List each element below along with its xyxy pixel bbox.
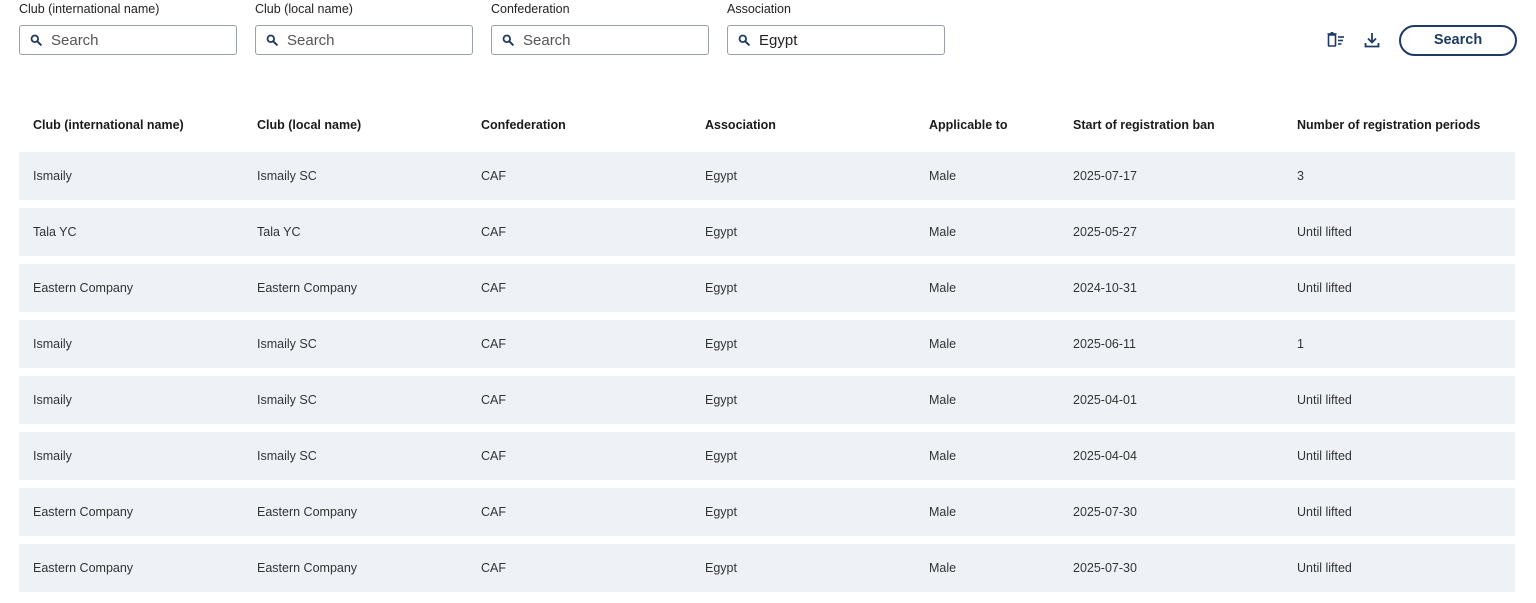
club-local-input[interactable] — [287, 31, 457, 49]
table-cell: CAF — [467, 264, 691, 312]
table-row[interactable]: Eastern Company Eastern Company CAF Egyp… — [19, 488, 1515, 536]
table-cell: Egypt — [691, 376, 915, 424]
table-row[interactable]: Tala YC Tala YC CAF Egypt Male 2025-05-2… — [19, 208, 1515, 256]
table-row[interactable]: Ismaily Ismaily SC CAF Egypt Male 2025-0… — [19, 432, 1515, 480]
table-cell: CAF — [467, 152, 691, 200]
table-cell: Until lifted — [1283, 488, 1515, 536]
table-cell: Ismaily — [19, 152, 243, 200]
table-cell: Male — [915, 208, 1059, 256]
confederation-input[interactable] — [523, 31, 693, 49]
table-cell: Male — [915, 376, 1059, 424]
filter-label: Association — [727, 2, 791, 16]
column-header[interactable]: Association — [691, 106, 915, 144]
column-header[interactable]: Applicable to — [915, 106, 1059, 144]
table-cell: CAF — [467, 208, 691, 256]
filter-confederation: Confederation — [491, 0, 711, 55]
table-cell: Ismaily SC — [243, 320, 467, 368]
search-icon — [501, 33, 515, 47]
search-button[interactable]: Search — [1399, 24, 1517, 56]
table-cell: 2024-10-31 — [1059, 264, 1283, 312]
table-cell: Male — [915, 152, 1059, 200]
table-cell: Male — [915, 544, 1059, 592]
search-field-club-international[interactable] — [19, 25, 237, 55]
filter-club-international: Club (international name) — [19, 0, 239, 55]
table-row[interactable]: Eastern Company Eastern Company CAF Egyp… — [19, 544, 1515, 592]
column-header[interactable]: Club (local name) — [243, 106, 467, 144]
table-cell: Egypt — [691, 208, 915, 256]
table-cell: Ismaily — [19, 432, 243, 480]
table-cell: Until lifted — [1283, 208, 1515, 256]
table-cell: Tala YC — [19, 208, 243, 256]
results-table: Club (international name) Club (local na… — [19, 98, 1515, 600]
table-cell: CAF — [467, 376, 691, 424]
search-field-confederation[interactable] — [491, 25, 709, 55]
table-header-row: Club (international name) Club (local na… — [19, 106, 1515, 144]
table-cell: Male — [915, 432, 1059, 480]
table-cell: 2025-04-04 — [1059, 432, 1283, 480]
table-cell: Eastern Company — [19, 264, 243, 312]
filter-label: Confederation — [491, 2, 570, 16]
table-cell: Male — [915, 264, 1059, 312]
table-cell: Until lifted — [1283, 264, 1515, 312]
table-cell: Male — [915, 488, 1059, 536]
table-cell: Until lifted — [1283, 432, 1515, 480]
table-cell: Eastern Company — [243, 488, 467, 536]
table-cell: 2025-07-17 — [1059, 152, 1283, 200]
table-cell: 3 — [1283, 152, 1515, 200]
search-field-club-local[interactable] — [255, 25, 473, 55]
column-header[interactable]: Club (international name) — [19, 106, 243, 144]
table-cell: Eastern Company — [19, 544, 243, 592]
table-row[interactable]: Ismaily Ismaily SC CAF Egypt Male 2025-0… — [19, 320, 1515, 368]
table-cell: 2025-04-01 — [1059, 376, 1283, 424]
association-input[interactable] — [759, 31, 929, 49]
column-header[interactable]: Confederation — [467, 106, 691, 144]
table-cell: CAF — [467, 544, 691, 592]
table-cell: Until lifted — [1283, 376, 1515, 424]
filter-association: Association — [727, 0, 947, 55]
table-cell: Egypt — [691, 264, 915, 312]
filter-club-local: Club (local name) — [255, 0, 475, 55]
table-cell: Ismaily — [19, 376, 243, 424]
search-icon — [29, 33, 43, 47]
table-cell: 2025-07-30 — [1059, 488, 1283, 536]
table-cell: Ismaily SC — [243, 152, 467, 200]
club-international-input[interactable] — [51, 31, 221, 49]
table-cell: CAF — [467, 320, 691, 368]
table-cell: Eastern Company — [19, 488, 243, 536]
search-icon — [737, 33, 751, 47]
table-cell: Egypt — [691, 488, 915, 536]
table-cell: 1 — [1283, 320, 1515, 368]
download-icon[interactable] — [1361, 29, 1383, 51]
table-cell: Egypt — [691, 152, 915, 200]
table-cell: Egypt — [691, 320, 915, 368]
filter-label: Club (international name) — [19, 2, 160, 16]
table-row[interactable]: Ismaily Ismaily SC CAF Egypt Male 2025-0… — [19, 152, 1515, 200]
table-cell: 2025-06-11 — [1059, 320, 1283, 368]
table-cell: 2025-07-30 — [1059, 544, 1283, 592]
search-field-association[interactable] — [727, 25, 945, 55]
table-cell: Ismaily SC — [243, 432, 467, 480]
table-cell: Eastern Company — [243, 544, 467, 592]
column-header[interactable]: Start of registration ban — [1059, 106, 1283, 144]
toolbar: Search — [1325, 24, 1517, 56]
filter-label: Club (local name) — [255, 2, 353, 16]
column-header[interactable]: Number of registration periods — [1283, 106, 1515, 144]
table-cell: Eastern Company — [243, 264, 467, 312]
filter-bar: Club (international name) Club (local na… — [19, 0, 1519, 60]
table-cell: Ismaily — [19, 320, 243, 368]
table-cell: CAF — [467, 488, 691, 536]
table-cell: Male — [915, 320, 1059, 368]
table-cell: Ismaily SC — [243, 376, 467, 424]
table-row[interactable]: Ismaily Ismaily SC CAF Egypt Male 2025-0… — [19, 376, 1515, 424]
search-icon — [265, 33, 279, 47]
table-cell: Until lifted — [1283, 544, 1515, 592]
table-cell: Egypt — [691, 544, 915, 592]
table-cell: Tala YC — [243, 208, 467, 256]
table-cell: 2025-05-27 — [1059, 208, 1283, 256]
table-cell: Egypt — [691, 432, 915, 480]
table-row[interactable]: Eastern Company Eastern Company CAF Egyp… — [19, 264, 1515, 312]
clear-filters-icon[interactable] — [1325, 29, 1347, 51]
table-cell: CAF — [467, 432, 691, 480]
